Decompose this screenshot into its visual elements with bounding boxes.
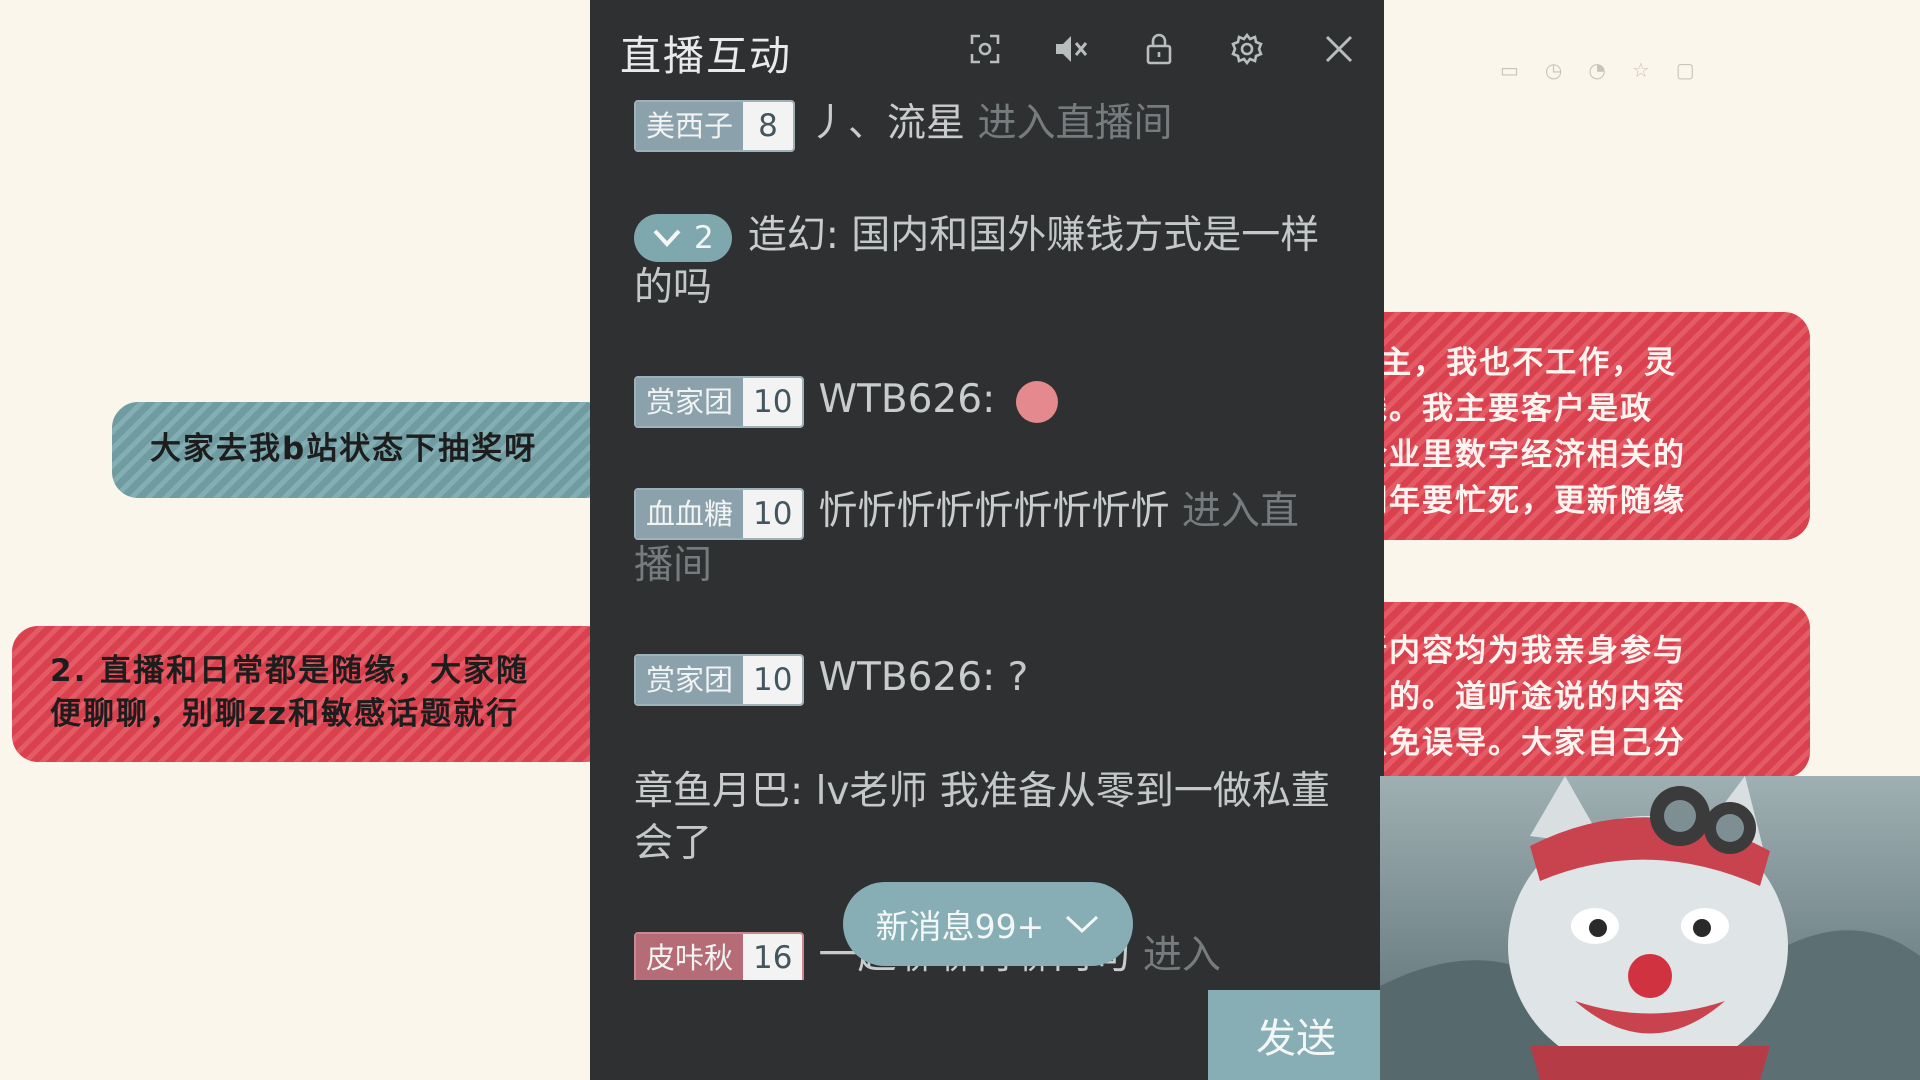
chevron-down-icon <box>653 229 681 247</box>
chat-message: 赏家团 10 WTB626: <box>634 374 1334 428</box>
note-text: p主，我也不工作，灵 线。我主要客户是政 企业里数字经济相关的 明年要忙死，更新… <box>1356 340 1686 524</box>
pig-emoji-icon <box>1015 380 1058 423</box>
fan-badge-level: 10 <box>743 655 803 704</box>
faint-toolbar: ▭ ◷ ◔ ☆ ▢ <box>1500 40 1880 100</box>
colon: : <box>825 213 852 258</box>
note-text: 新内容均为我亲身参与 与的。道听途说的内容 以免误导。大家自己分 <box>1356 628 1686 766</box>
mute-icon[interactable] <box>1052 30 1090 68</box>
window-icon: ▭ <box>1500 58 1519 82</box>
note-text: 2. 直播和日常都是随缘，大家随 便聊聊，别聊zz和敏感话题就行 <box>50 650 529 736</box>
fan-badge-name: 皮咔秋 <box>636 933 744 980</box>
clock-icon: ◷ <box>1544 58 1563 82</box>
bell-icon: ◔ <box>1588 58 1606 82</box>
note-text: 大家去我b站状态下抽奖呀 <box>150 431 538 467</box>
fan-badge-name: 血血糖 <box>636 489 744 538</box>
note-line: 便聊聊，别聊zz和敏感话题就行 <box>50 696 520 732</box>
star-icon: ☆ <box>1631 58 1650 82</box>
chat-message: 2 造幻: 国内和国外赚钱方式是一样的吗 <box>634 210 1334 314</box>
chat-message: 美西子 8 丿、流星 进入直播间 <box>634 98 1334 152</box>
fan-badge-name: 赏家团 <box>636 377 744 426</box>
note-line: 以免误导。大家自己分 <box>1356 725 1686 761</box>
note-line: 新内容均为我亲身参与 <box>1356 633 1686 669</box>
note-line: 与的。道听途说的内容 <box>1356 679 1686 715</box>
chevron-down-icon <box>1066 915 1099 934</box>
username[interactable]: WTB626 <box>818 655 982 700</box>
colon: : <box>982 655 1008 700</box>
guard-level: 2 <box>694 219 714 256</box>
fan-badge-name: 赏家团 <box>636 655 744 704</box>
colon: : <box>982 377 1008 422</box>
close-icon[interactable] <box>1320 30 1358 68</box>
fan-badge-level: 10 <box>743 377 803 426</box>
new-messages-label: 新消息99+ <box>875 907 1045 946</box>
username[interactable]: 章鱼月巴 <box>634 769 790 814</box>
enter-notice: 进入 <box>1142 933 1221 978</box>
live-chat-panel: 直播互动 美西子 8 丿、流星 进入直播间 2 造幻: 国内和国外赚钱方式是一样… <box>590 0 1384 1080</box>
new-messages-button[interactable]: 新消息99+ <box>843 882 1133 966</box>
username[interactable]: 丿、流星 <box>809 101 965 146</box>
settings-icon[interactable] <box>1228 30 1266 68</box>
panel-title: 直播互动 <box>620 32 792 80</box>
fan-badge-name: 美西子 <box>636 101 744 150</box>
username[interactable]: 忻忻忻忻忻忻忻忻忻 <box>818 489 1169 534</box>
chat-message: 血血糖 10 忻忻忻忻忻忻忻忻忻 进入直播间 <box>634 486 1334 592</box>
note-line: 线。我主要客户是政 <box>1356 391 1653 427</box>
sticky-note-rules: 2. 直播和日常都是随缘，大家随 便聊聊，别聊zz和敏感话题就行 <box>12 626 612 762</box>
lock-icon[interactable] <box>1140 30 1178 68</box>
fan-badge[interactable]: 皮咔秋 16 <box>634 931 805 980</box>
note-line: 2. 直播和日常都是随缘，大家随 <box>50 653 530 689</box>
colon: : <box>790 769 816 814</box>
message-text: 国内和国外赚钱方式是一样的吗 <box>634 213 1320 310</box>
username[interactable]: 造幻 <box>748 213 826 258</box>
message-list[interactable]: 美西子 8 丿、流星 进入直播间 2 造幻: 国内和国外赚钱方式是一样的吗 赏家… <box>590 96 1384 980</box>
username[interactable]: WTB626 <box>818 377 982 422</box>
fan-badge[interactable]: 赏家团 10 <box>634 653 805 706</box>
note-line: 企业里数字经济相关的 <box>1356 437 1686 473</box>
note-line: 明年要忙死，更新随缘 <box>1356 483 1686 519</box>
chat-message: 章鱼月巴: lv老师 我准备从零到一做私董会了 <box>634 766 1334 870</box>
fan-badge-level: 10 <box>743 489 803 538</box>
enter-notice: 进入直播间 <box>977 101 1173 146</box>
send-button[interactable]: 发送 <box>1208 990 1384 1080</box>
expand-icon[interactable] <box>966 30 1004 68</box>
fan-badge[interactable]: 赏家团 10 <box>634 375 805 428</box>
fan-badge-level: 8 <box>743 101 794 150</box>
fan-badge[interactable]: 美西子 8 <box>634 99 796 152</box>
panel-header: 直播互动 <box>590 0 1384 96</box>
message-text: ? <box>1007 655 1029 700</box>
fan-badge-level: 16 <box>743 933 803 980</box>
chat-message: 赏家团 10 WTB626: ? <box>634 652 1334 706</box>
note-line: p主，我也不工作，灵 <box>1356 345 1678 381</box>
fox-mascot-image <box>1380 776 1920 1080</box>
screen-icon: ▢ <box>1675 58 1695 82</box>
streamer-avatar <box>1380 776 1920 1080</box>
sticky-note-lottery: 大家去我b站状态下抽奖呀 <box>112 402 612 498</box>
fan-badge[interactable]: 血血糖 10 <box>634 487 805 540</box>
guard-badge[interactable]: 2 <box>634 213 732 262</box>
